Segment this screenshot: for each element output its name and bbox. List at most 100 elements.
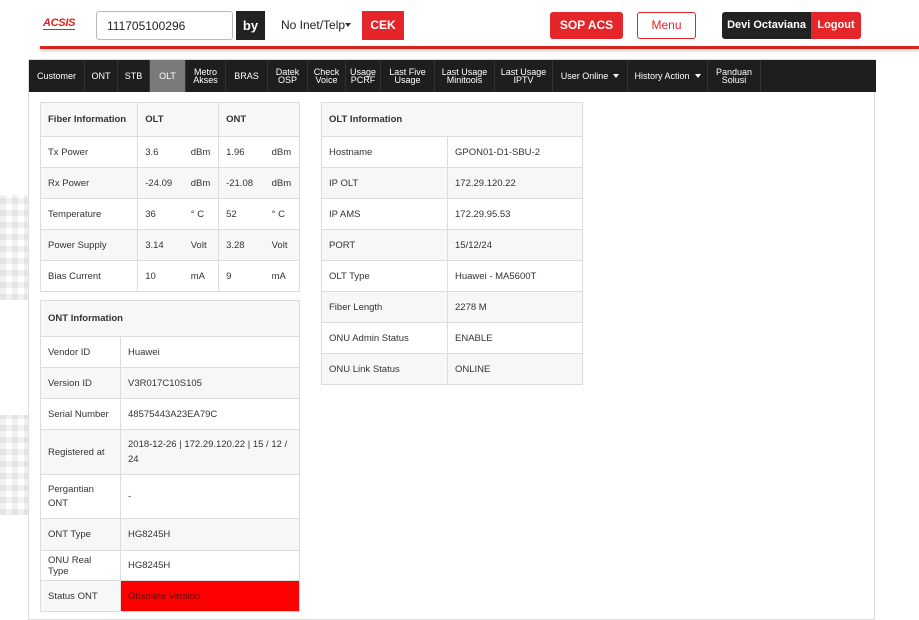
- tab-label: Panduan Solusi: [716, 68, 752, 85]
- ont-info-label: ONU Real Type: [40, 550, 121, 581]
- fiber-ont-value: 52: [218, 198, 265, 230]
- olt-info-value: 172.29.120.22: [447, 167, 583, 199]
- main-panel: Customer ONT STB OLT Metro Akses BRAS Dat…: [28, 59, 876, 620]
- olt-information-table: OLT Information Hostname GPON01-D1-SBU-2…: [321, 102, 583, 385]
- olt-info-value: 15/12/24: [447, 229, 583, 261]
- olt-info-value: GPON01-D1-SBU-2: [447, 136, 583, 168]
- tab-label-line2: Solusi: [721, 75, 747, 85]
- fiber-olt-value: 3.6: [137, 136, 184, 168]
- fiber-col-olt: OLT: [137, 102, 220, 137]
- tab-last-usage-iptv[interactable]: Last Usage IPTV: [495, 60, 553, 92]
- fiber-ont-unit: Volt: [264, 229, 300, 261]
- olt-info-value: ENABLE: [447, 322, 583, 354]
- tab-label: BRAS: [234, 71, 259, 81]
- fiber-olt-value: 10: [137, 260, 184, 292]
- ont-info-label: ONT Type: [40, 518, 121, 551]
- sop-acs-button[interactable]: SOP ACS: [550, 12, 623, 39]
- fiber-ont-value: -21.08: [218, 167, 265, 199]
- tab-label-line2: IPTV: [513, 75, 534, 85]
- fiber-olt-value: 36: [137, 198, 184, 230]
- tab-label-line2: Voice: [315, 75, 338, 85]
- tab-label: Last Usage Minitools: [442, 68, 488, 85]
- tab-datek-osp[interactable]: Datek OSP: [268, 60, 308, 92]
- search-type-value: No Inet/Telp: [281, 18, 346, 32]
- tab-last-usage-minitools[interactable]: Last Usage Minitools: [435, 60, 495, 92]
- fiber-olt-unit: Volt: [183, 229, 220, 261]
- tab-label: Datek OSP: [276, 68, 300, 85]
- tab-user-online[interactable]: User Online: [553, 60, 628, 92]
- olt-info-title: OLT Information: [321, 102, 583, 137]
- olt-info-value: Huawei - MA5600T: [447, 260, 583, 292]
- olt-info-value: ONLINE: [447, 353, 583, 385]
- tab-history-action[interactable]: History Action: [628, 60, 708, 92]
- olt-info-label: Fiber Length: [321, 291, 448, 323]
- fiber-ont-unit: ° C: [264, 198, 300, 230]
- tab-label: OLT: [159, 71, 176, 81]
- fiber-information-table: Fiber Information OLT ONT Tx Power 3.6 d…: [39, 102, 300, 292]
- status-badge: Obsolete Version: [120, 580, 300, 612]
- tab-ont[interactable]: ONT: [85, 60, 118, 92]
- olt-info-label: Hostname: [321, 136, 448, 168]
- menu-button[interactable]: Menu: [637, 12, 696, 39]
- tab-label: Usage PCRF: [350, 68, 376, 85]
- olt-info-label: ONU Admin Status: [321, 322, 448, 354]
- tab-check-voice[interactable]: Check Voice: [308, 60, 346, 92]
- fiber-row-label: Tx Power: [39, 136, 139, 168]
- ont-info-value: V3R017C10S105: [120, 367, 300, 399]
- chevron-down-icon: [613, 74, 620, 78]
- tab-label: Metro Akses: [193, 68, 218, 85]
- tab-label-line2: Minitools: [446, 75, 483, 85]
- search-type-select[interactable]: No Inet/Telp: [269, 11, 360, 40]
- olt-info-label: PORT: [321, 229, 448, 261]
- ont-info-value: Huawei: [120, 336, 300, 368]
- fiber-ont-value: 3.28: [218, 229, 265, 261]
- tab-metro-akses[interactable]: Metro Akses: [186, 60, 226, 92]
- ont-info-title: ONT Information: [40, 300, 300, 337]
- tab-customer[interactable]: Customer: [29, 60, 85, 92]
- fiber-row-label: Power Supply: [39, 229, 139, 261]
- tab-olt[interactable]: OLT: [150, 60, 186, 92]
- cek-button[interactable]: CEK: [362, 11, 404, 40]
- tab-label: Last Five Usage: [389, 68, 426, 85]
- tab-navbar: Customer ONT STB OLT Metro Akses BRAS Dat…: [29, 60, 876, 92]
- tab-usage-pcrf[interactable]: Usage PCRF: [346, 60, 381, 92]
- tab-stb[interactable]: STB: [118, 60, 150, 92]
- fiber-olt-value: 3.14: [137, 229, 184, 261]
- logout-button[interactable]: Logout: [811, 12, 861, 39]
- fiber-olt-unit: ° C: [183, 198, 220, 230]
- tab-label: Check Voice: [314, 68, 340, 85]
- top-header: ACSIS by No Inet/Telp CEK SOP ACS Menu D…: [0, 0, 919, 50]
- fiber-row-label: Temperature: [39, 198, 139, 230]
- app-logo[interactable]: ACSIS: [43, 17, 75, 30]
- fiber-olt-unit: dBm: [183, 136, 220, 168]
- tab-label-line2: PCRF: [350, 75, 376, 85]
- tab-label-line2: OSP: [277, 75, 297, 85]
- fiber-ont-unit: dBm: [264, 167, 300, 199]
- ont-information-table: ONT Information Vendor ID Huawei Version…: [40, 300, 300, 612]
- ont-info-label: Vendor ID: [40, 336, 121, 368]
- fiber-ont-unit: mA: [264, 260, 300, 292]
- tab-label-line2: Usage: [394, 75, 421, 85]
- fiber-olt-unit: dBm: [183, 167, 220, 199]
- fiber-row-label: Rx Power: [39, 167, 139, 199]
- tab-panduan-solusi[interactable]: Panduan Solusi: [708, 60, 761, 92]
- fiber-olt-unit: mA: [183, 260, 220, 292]
- background-pattern: [0, 195, 28, 300]
- olt-info-label: ONU Link Status: [321, 353, 448, 385]
- tab-label: STB: [124, 71, 143, 81]
- tab-bras[interactable]: BRAS: [226, 60, 268, 92]
- fiber-olt-value: -24.09: [137, 167, 184, 199]
- ont-info-label: Status ONT: [40, 580, 121, 612]
- user-name: Devi Octaviana: [722, 12, 811, 39]
- tab-label: User Online: [560, 71, 609, 81]
- ont-info-value: HG8245H: [120, 550, 300, 581]
- ont-info-label: Serial Number: [40, 398, 121, 430]
- tab-label: Customer: [36, 71, 76, 81]
- header-divider: [40, 46, 919, 49]
- ont-info-label: Registered at: [40, 429, 121, 475]
- olt-info-value: 172.29.95.53: [447, 198, 583, 230]
- background-pattern: [0, 415, 28, 515]
- ont-info-label: Version ID: [40, 367, 121, 399]
- search-input[interactable]: [96, 11, 233, 40]
- tab-last-five-usage[interactable]: Last Five Usage: [381, 60, 435, 92]
